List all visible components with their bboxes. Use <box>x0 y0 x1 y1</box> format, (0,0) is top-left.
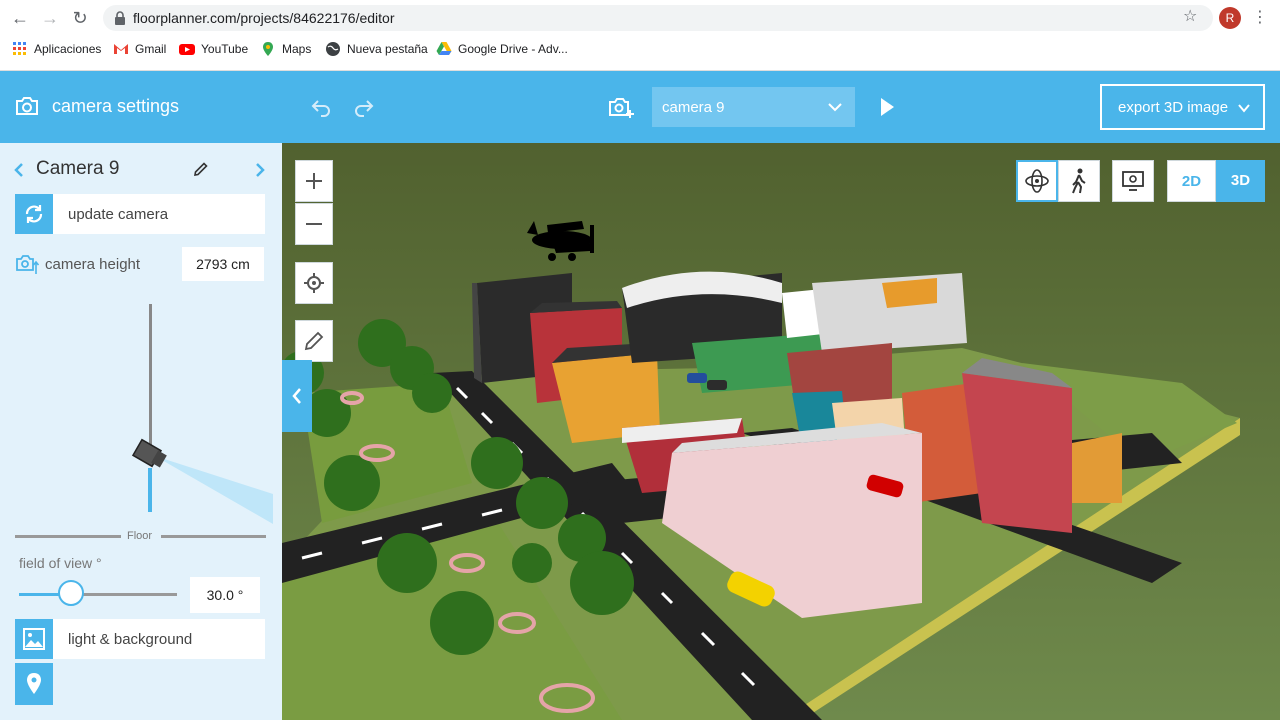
camera-height-slider-track[interactable] <box>149 304 152 454</box>
floor-label: Floor <box>127 530 153 542</box>
export-3d-image-button[interactable]: export 3D image <box>1100 84 1265 130</box>
add-camera-icon[interactable] <box>608 95 636 119</box>
camera-name: Camera 9 <box>36 158 120 179</box>
browser-menu-icon[interactable]: ⋮ <box>1252 7 1268 27</box>
camera-select-value: camera 9 <box>662 99 725 116</box>
chevron-down-icon <box>1238 104 1250 113</box>
pencil-icon[interactable] <box>192 161 209 178</box>
minus-icon <box>306 223 322 225</box>
update-camera-label: update camera <box>68 206 169 223</box>
bookmark-label: Aplicaciones <box>34 42 102 56</box>
maps-pin-icon <box>263 42 273 56</box>
browser-nav-row: ← → ↻ floorplanner.com/projects/84622176… <box>0 0 1280 36</box>
refresh-icon <box>15 194 53 234</box>
chevron-down-icon <box>828 103 842 112</box>
bookmarks-bar: Aplicaciones Gmail YouTube Maps Nueva pe… <box>0 38 1280 64</box>
bookmark-item[interactable]: Nueva pestaña <box>325 41 428 57</box>
bookmark-label: Gmail <box>135 42 167 56</box>
export-label: export 3D image <box>1118 99 1229 116</box>
floor-line-right <box>161 535 266 538</box>
camera-height-label: camera height <box>45 256 141 273</box>
bookmark-item[interactable]: Google Drive - Adv... <box>436 41 568 57</box>
location-pin-icon <box>27 673 41 694</box>
orbit-view-button[interactable] <box>1016 160 1058 202</box>
forward-arrow-icon[interactable]: → <box>39 8 61 28</box>
lock-icon <box>115 11 125 25</box>
camera-select-dropdown[interactable]: camera 9 <box>652 87 855 127</box>
monitor-gear-icon <box>1122 171 1144 191</box>
bookmark-item[interactable]: Maps <box>260 41 311 57</box>
pencil-icon <box>304 331 324 351</box>
drive-icon <box>436 42 452 55</box>
bookmark-item[interactable]: YouTube <box>179 41 248 57</box>
youtube-icon <box>179 44 195 55</box>
zoom-out-button[interactable] <box>295 203 333 245</box>
update-camera-button[interactable]: update camera <box>15 194 265 234</box>
redo-icon[interactable] <box>352 95 376 119</box>
bookmark-item[interactable]: Aplicaciones <box>12 41 101 57</box>
field-of-view-input[interactable]: 30.0 ° <box>190 577 260 613</box>
mode-2d-toggle[interactable]: 2D <box>1167 160 1216 202</box>
address-bar[interactable]: floorplanner.com/projects/84622176/edito… <box>103 5 1213 31</box>
bookmark-label: Nueva pestaña <box>347 42 428 56</box>
3d-scene <box>282 143 1280 720</box>
undo-icon[interactable] <box>309 95 333 119</box>
render-settings-button[interactable] <box>1112 160 1154 202</box>
apps-grid-icon <box>13 42 26 55</box>
bookmark-label: Maps <box>282 42 312 56</box>
camera-settings-panel: camera settings Camera 9 update camera c… <box>0 71 282 720</box>
image-icon <box>15 619 53 659</box>
browser-chrome: ← → ↻ floorplanner.com/projects/84622176… <box>0 0 1280 71</box>
light-background-button[interactable]: light & background <box>15 619 265 659</box>
chevron-left-icon[interactable] <box>12 162 26 178</box>
globe-icon <box>326 42 340 56</box>
camera-height-input[interactable]: 2793 cm <box>182 247 264 281</box>
reload-icon[interactable]: ↻ <box>69 8 91 28</box>
walking-person-icon <box>1072 168 1086 194</box>
bookmark-label: YouTube <box>201 42 249 56</box>
collapse-panel-button[interactable] <box>282 360 312 432</box>
play-icon[interactable] <box>875 95 899 119</box>
camera-height-row: camera height 2793 cm <box>15 247 265 281</box>
draw-tool-button[interactable] <box>295 320 333 362</box>
camera-height-handle-icon[interactable] <box>130 436 280 526</box>
top-toolbar: camera 9 export 3D image <box>282 71 1280 143</box>
mode-3d-toggle[interactable]: 3D <box>1216 160 1265 202</box>
field-of-view-slider-thumb[interactable] <box>58 580 84 606</box>
camera-name-row: Camera 9 <box>0 151 282 187</box>
3d-viewport[interactable]: 2D 3D <box>282 143 1280 720</box>
zoom-in-button[interactable] <box>295 160 333 202</box>
bookmark-star-icon[interactable]: ☆ <box>1183 6 1197 26</box>
camera-icon <box>16 97 38 115</box>
chevron-right-icon[interactable] <box>253 162 267 178</box>
panel-header: camera settings <box>0 71 282 143</box>
chevron-left-icon <box>292 388 301 404</box>
camera-height-icon <box>16 255 39 274</box>
floor-line-left <box>15 535 121 538</box>
back-arrow-icon[interactable]: ← <box>9 8 31 28</box>
field-of-view-label: field of view ° <box>19 555 102 571</box>
url-text: floorplanner.com/projects/84622176/edito… <box>133 10 395 26</box>
center-view-button[interactable] <box>295 262 333 304</box>
bookmark-item[interactable]: Gmail <box>113 41 166 57</box>
crosshair-icon <box>304 273 324 293</box>
profile-avatar[interactable]: R <box>1219 7 1241 29</box>
walk-view-button[interactable] <box>1058 160 1100 202</box>
location-pin-button[interactable] <box>15 663 53 705</box>
plus-icon <box>306 173 322 189</box>
light-background-label: light & background <box>68 631 193 648</box>
panel-title: camera settings <box>52 96 180 116</box>
bookmark-label: Google Drive - Adv... <box>458 42 568 56</box>
gmail-icon <box>114 44 128 54</box>
orbit-icon <box>1025 169 1049 193</box>
